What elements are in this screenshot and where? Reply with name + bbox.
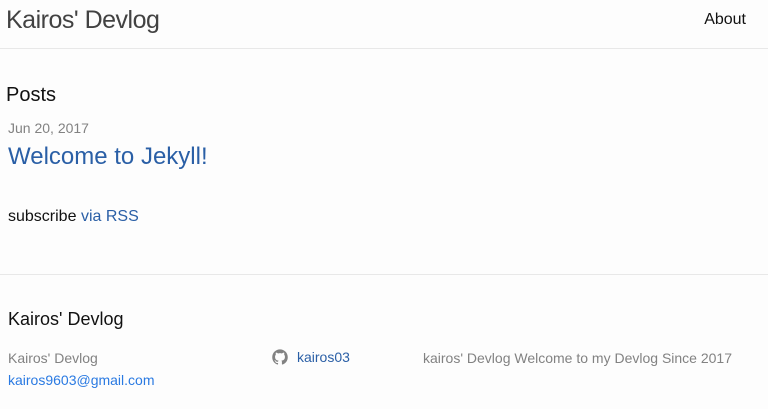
github-username: kairos03 xyxy=(297,349,350,365)
rss-link[interactable]: via RSS xyxy=(81,208,139,225)
page-content: Posts Jun 20, 2017 Welcome to Jekyll! su… xyxy=(0,49,768,275)
github-icon xyxy=(272,349,288,365)
rss-subscribe: subscribe via RSS xyxy=(8,208,139,226)
github-link[interactable]: kairos03 xyxy=(272,349,350,365)
posts-heading: Posts xyxy=(6,84,57,106)
nav-link-about[interactable]: About xyxy=(704,11,746,29)
site-header: Kairos' Devlog About xyxy=(0,0,768,49)
footer-email-link[interactable]: kairos9603@gmail.com xyxy=(8,372,155,388)
site-title-link[interactable]: Kairos' Devlog xyxy=(6,6,160,34)
post-date: Jun 20, 2017 xyxy=(8,120,89,136)
footer-site-name: Kairos' Devlog xyxy=(8,350,98,366)
post-title-link[interactable]: Welcome to Jekyll! xyxy=(8,143,208,171)
rss-prefix: subscribe xyxy=(8,208,77,225)
site-footer: Kairos' Devlog Kairos' Devlog kairos9603… xyxy=(0,275,768,409)
footer-description: kairos' Devlog Welcome to my Devlog Sinc… xyxy=(423,350,732,366)
footer-heading: Kairos' Devlog xyxy=(8,309,124,329)
